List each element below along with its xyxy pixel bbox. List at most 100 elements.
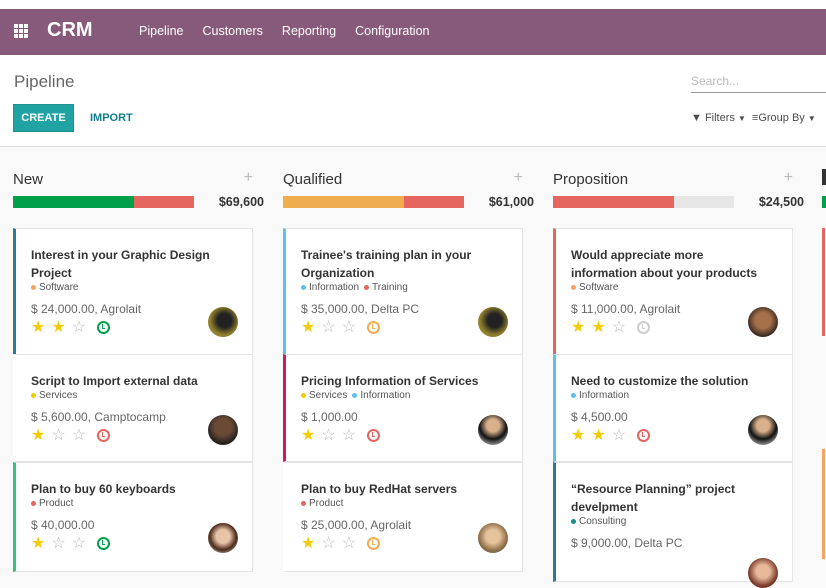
column-title[interactable]: New (13, 171, 43, 188)
column-title[interactable]: Qualified (283, 171, 342, 188)
menu-item-customers[interactable]: Customers (202, 24, 262, 38)
tag-color-dot (301, 284, 306, 290)
main-navbar: CRM Pipeline Customers Reporting Configu… (0, 9, 826, 55)
filter-icon: ▼ (691, 112, 702, 124)
star-icon[interactable]: ☆ (51, 425, 68, 445)
avatar[interactable] (208, 523, 238, 553)
column-progress-bar[interactable] (13, 196, 194, 208)
priority-stars: ★ ☆ ☆ (301, 317, 381, 337)
star-icon[interactable]: ★ (571, 317, 588, 337)
star-icon[interactable]: ★ (591, 317, 608, 337)
star-icon[interactable]: ★ (31, 533, 48, 553)
partial-column-progress (822, 196, 826, 208)
avatar[interactable] (748, 558, 778, 588)
star-icon[interactable]: ★ (301, 425, 318, 445)
avatar[interactable] (748, 307, 778, 337)
star-icon[interactable]: ★ (31, 425, 48, 445)
activity-clock-icon[interactable] (367, 320, 381, 334)
avatar[interactable] (208, 307, 238, 337)
star-icon[interactable]: ☆ (51, 533, 68, 553)
avatar[interactable] (748, 415, 778, 445)
star-icon[interactable]: ☆ (342, 317, 359, 337)
kanban-card[interactable]: Plan to buy RedHat servers Product $ 25,00… (283, 462, 523, 572)
star-icon[interactable]: ★ (591, 425, 608, 445)
apps-grid-icon[interactable] (14, 24, 28, 38)
activity-clock-icon[interactable] (637, 428, 651, 442)
star-icon[interactable]: ☆ (321, 425, 338, 445)
app-title[interactable]: CRM (47, 19, 93, 42)
star-icon[interactable]: ☆ (342, 533, 359, 553)
kanban-card[interactable]: Trainee's training plan in your Organiza… (283, 228, 523, 355)
star-icon[interactable]: ★ (31, 317, 48, 337)
tag-color-dot (571, 284, 576, 290)
column-progress-bar[interactable] (553, 196, 734, 208)
kanban-card[interactable]: Interest in your Graphic Design Project S… (13, 228, 253, 355)
kanban-card[interactable]: Pricing Information of Services Services I… (283, 354, 523, 462)
import-button[interactable]: IMPORT (90, 112, 133, 124)
column-progress-bar[interactable] (283, 196, 464, 208)
card-amount: $ 1,000.00 (301, 410, 358, 424)
star-icon[interactable]: ☆ (72, 425, 89, 445)
tag-color-dot (31, 500, 36, 506)
search-options: ▼ Filters ▼ ≡Group By ▼ (691, 112, 816, 124)
tag-color-dot (364, 284, 370, 290)
breadcrumb: Pipeline (14, 72, 75, 91)
star-icon[interactable]: ☆ (321, 533, 338, 553)
activity-clock-icon[interactable] (97, 320, 111, 334)
filters-label: Filters (704, 112, 735, 124)
progress-segment[interactable] (553, 196, 675, 208)
star-icon[interactable]: ★ (51, 317, 68, 337)
star-icon[interactable]: ★ (301, 533, 318, 553)
progress-segment[interactable] (404, 196, 464, 208)
tag: Software (571, 282, 618, 293)
activity-clock-icon[interactable] (637, 320, 651, 334)
progress-segment[interactable] (283, 196, 405, 208)
activity-clock-icon[interactable] (367, 428, 381, 442)
kanban-card[interactable]: Would appreciate more information about … (553, 228, 793, 355)
kanban-card[interactable]: Script to Import external data Services $ … (13, 354, 253, 462)
activity-clock-icon[interactable] (367, 536, 381, 550)
priority-stars: ★ ★ ☆ (571, 425, 651, 445)
progress-segment[interactable] (13, 196, 135, 208)
avatar[interactable] (478, 523, 508, 553)
progress-segment[interactable] (134, 196, 194, 208)
activity-clock-icon[interactable] (97, 536, 111, 550)
add-card-icon[interactable]: + (244, 169, 253, 187)
avatar[interactable] (208, 415, 238, 445)
star-icon[interactable]: ★ (301, 317, 318, 337)
card-tags: Product (301, 498, 343, 509)
menu-item-pipeline[interactable]: Pipeline (139, 24, 183, 38)
tag-color-dot (31, 284, 36, 290)
card-title: Plan to buy RedHat servers (301, 482, 458, 496)
add-card-icon[interactable]: + (514, 169, 523, 187)
star-icon[interactable]: ☆ (342, 425, 359, 445)
column-title[interactable]: Proposition (553, 171, 628, 188)
star-icon[interactable]: ☆ (72, 317, 89, 337)
star-icon[interactable]: ☆ (321, 317, 338, 337)
groupby-dropdown[interactable]: ≡Group By ▼ (752, 112, 816, 124)
star-icon[interactable]: ☆ (612, 317, 629, 337)
star-icon[interactable]: ☆ (72, 533, 89, 553)
progress-segment[interactable] (674, 196, 734, 208)
priority-stars: ★ ★ ☆ (31, 317, 111, 337)
create-button[interactable]: CREATE (13, 104, 74, 132)
kanban-card[interactable]: “Resource Planning” project develpment Co… (553, 462, 793, 588)
kanban-card[interactable]: Need to customize the solution Informatio… (553, 354, 793, 462)
main-menu: Pipeline Customers Reporting Configurati… (139, 24, 448, 38)
add-card-icon[interactable]: + (784, 169, 793, 187)
card-title: Script to Import external data (31, 374, 198, 388)
activity-clock-icon[interactable] (97, 428, 111, 442)
priority-stars: ★ ☆ ☆ (31, 533, 111, 553)
star-icon[interactable]: ★ (571, 425, 588, 445)
filters-dropdown[interactable]: ▼ Filters ▼ (691, 112, 746, 124)
menu-item-configuration[interactable]: Configuration (355, 24, 429, 38)
kanban-card[interactable]: Plan to buy 60 keyboards Product $ 40,000.… (13, 462, 253, 572)
star-icon[interactable]: ☆ (612, 425, 629, 445)
avatar[interactable] (478, 307, 508, 337)
card-tags: Services (31, 390, 77, 401)
avatar[interactable] (478, 415, 508, 445)
search-input[interactable]: Search... (691, 73, 826, 93)
tag: Information (352, 390, 410, 401)
menu-item-reporting[interactable]: Reporting (282, 24, 336, 38)
card-tags: Services Information (301, 390, 410, 401)
